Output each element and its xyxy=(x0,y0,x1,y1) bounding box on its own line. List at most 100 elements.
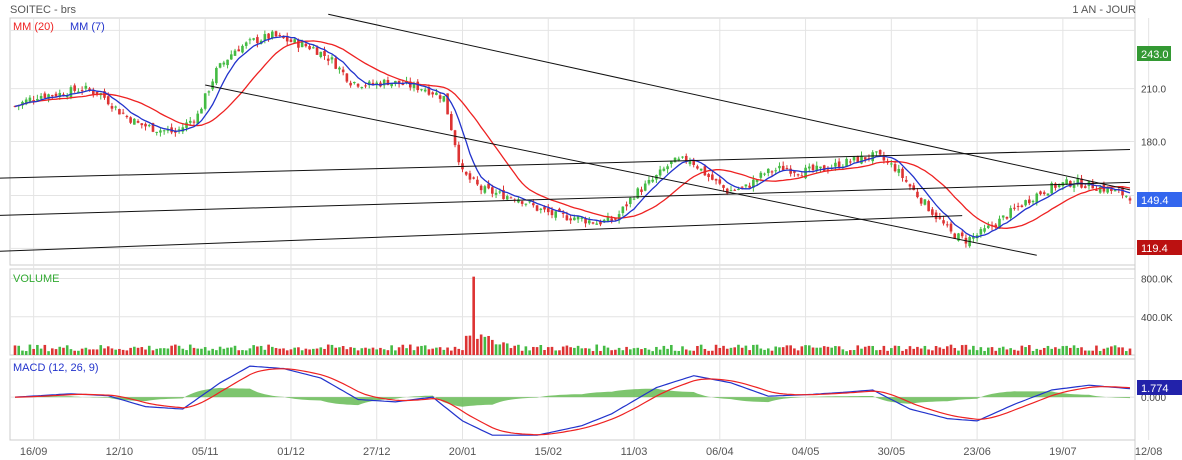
candle-body xyxy=(986,225,990,228)
candle-body xyxy=(916,191,919,198)
volume-bar xyxy=(446,347,449,355)
trend-lines xyxy=(0,13,1131,256)
volume-bar xyxy=(502,342,505,355)
volume-bar xyxy=(259,345,263,355)
volume-bar xyxy=(438,347,442,355)
volume-bar xyxy=(353,347,356,355)
volume-bar xyxy=(725,348,729,355)
volume-bar xyxy=(1110,346,1113,355)
candle-body xyxy=(852,156,856,161)
volume-bar xyxy=(986,347,990,355)
candle-body xyxy=(629,197,632,205)
volume-bar xyxy=(558,350,561,355)
candle-body xyxy=(1031,201,1035,203)
macd-line xyxy=(14,365,1131,436)
x-tick-label: 15/02 xyxy=(534,446,562,458)
volume-bar xyxy=(550,346,554,355)
volume-bar xyxy=(77,350,80,355)
volume-bar xyxy=(312,348,315,355)
candle-body xyxy=(938,217,942,219)
candle-body xyxy=(420,89,423,91)
volume-bar xyxy=(606,347,610,355)
candle-body xyxy=(666,166,669,170)
x-tick-label: 16/09 xyxy=(20,446,48,458)
candle-body xyxy=(80,90,84,92)
volume-bar xyxy=(420,345,423,355)
x-tick-label: 11/03 xyxy=(621,446,648,458)
volume-bar xyxy=(658,349,662,355)
volume-bar xyxy=(121,349,125,355)
candle-body xyxy=(681,156,684,158)
candle-body xyxy=(293,39,296,43)
candle-body xyxy=(692,160,695,165)
volume-bar xyxy=(144,349,147,355)
volume-bar xyxy=(69,349,73,355)
candle-body xyxy=(416,81,420,91)
volume-bar xyxy=(300,350,304,355)
volume-bar xyxy=(804,345,807,355)
volume-bar xyxy=(1046,345,1050,355)
volume-bar xyxy=(931,350,934,355)
volume-bar xyxy=(830,347,833,355)
volume-bar xyxy=(494,344,498,355)
volume-bars xyxy=(13,276,1132,355)
volume-bar xyxy=(293,347,296,355)
volume-bar xyxy=(129,347,132,355)
volume-bar xyxy=(1050,348,1053,355)
candle-body xyxy=(524,203,528,205)
candle-body xyxy=(543,206,546,210)
volume-bar xyxy=(453,346,457,355)
y-tick-label: 180.0 xyxy=(1141,138,1166,149)
volume-bar xyxy=(826,346,830,355)
candle-body xyxy=(472,177,475,179)
volume-bar xyxy=(345,349,349,355)
candle-body xyxy=(360,87,364,89)
volume-bar xyxy=(841,349,845,355)
volume-bar xyxy=(405,348,408,355)
volume-bar xyxy=(203,347,207,355)
volume-bar xyxy=(666,348,669,355)
candle-body xyxy=(241,45,244,53)
volume-bar xyxy=(140,347,144,355)
volume-bar xyxy=(625,346,628,355)
macd-signal-line xyxy=(15,368,1131,436)
volume-bar xyxy=(696,345,699,355)
volume-bar xyxy=(1016,350,1020,355)
candle-body xyxy=(539,208,543,210)
candle-body xyxy=(498,191,502,193)
volume-bar xyxy=(1098,350,1102,355)
volume-bar xyxy=(65,345,69,355)
candle-body xyxy=(252,38,255,40)
volume-bar xyxy=(998,347,1001,355)
volume-bar xyxy=(364,347,367,355)
volume-bar xyxy=(886,350,889,355)
candle-body xyxy=(364,85,367,87)
candle-body xyxy=(856,156,860,163)
candle-body xyxy=(875,151,878,153)
candle-body xyxy=(457,144,461,163)
volume-bar xyxy=(304,348,308,355)
volume-bar xyxy=(271,346,274,355)
volume-bar xyxy=(651,351,654,355)
volume-bar xyxy=(84,347,88,355)
volume-bar xyxy=(990,347,994,355)
volume-bar xyxy=(819,347,822,355)
volume-bar xyxy=(863,346,867,355)
volume-bar xyxy=(192,347,196,355)
candle-body xyxy=(218,63,222,68)
volume-bar xyxy=(860,348,863,355)
candle-body xyxy=(1039,191,1042,195)
candle-body xyxy=(573,217,576,221)
candle-body xyxy=(136,121,140,123)
volume-bar xyxy=(28,344,32,355)
volume-bar xyxy=(338,347,341,355)
volume-bar xyxy=(535,347,539,355)
candle-body xyxy=(766,168,770,174)
volume-bar xyxy=(561,346,565,355)
volume-bar xyxy=(867,345,871,355)
volume-bar xyxy=(39,348,43,355)
candle-body xyxy=(979,229,983,235)
candle-body xyxy=(274,31,278,37)
volume-tick-label: 400.0K xyxy=(1141,313,1173,324)
candle-body xyxy=(73,85,76,91)
